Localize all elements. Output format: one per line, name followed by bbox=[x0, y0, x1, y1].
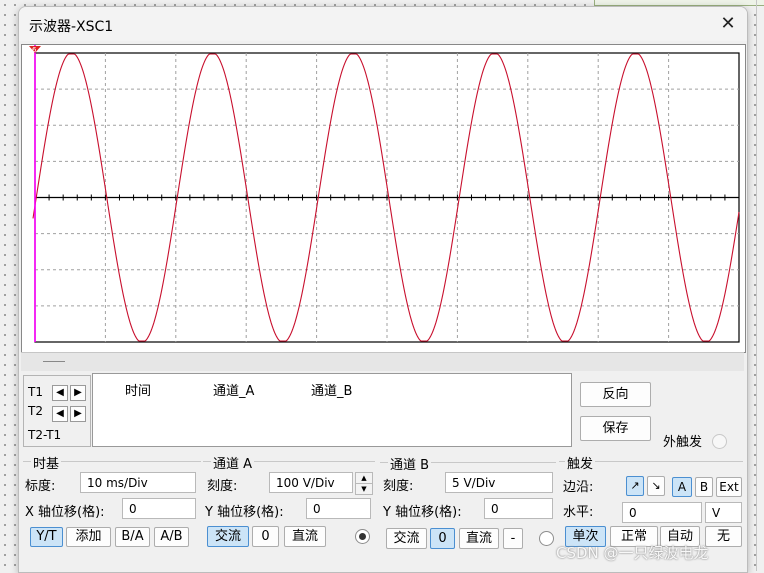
channel-b-scale-label: 刻度: bbox=[383, 479, 414, 494]
save-button[interactable]: 保存 bbox=[580, 416, 651, 441]
timebase-title: 时基 bbox=[31, 453, 62, 472]
trigger-none-button[interactable]: 无 bbox=[705, 526, 742, 547]
background-divider bbox=[756, 0, 757, 571]
oscilloscope-window: 示波器-XSC1 ✕ 6 T1 ◀ ▶ T2 ◀ ▶ T2-T1 时间 通道_A… bbox=[18, 6, 748, 573]
channel-b-ypos-label: Y 轴位移(格): bbox=[383, 505, 462, 520]
t1-right-arrow-icon[interactable]: ▶ bbox=[70, 385, 86, 401]
trigger-source-b-button[interactable]: B bbox=[695, 477, 713, 497]
trigger-level-label: 水平: bbox=[563, 505, 594, 520]
cursor-marker-label: 6 bbox=[32, 46, 37, 54]
channel-a-scale-label: 刻度: bbox=[207, 479, 238, 494]
channel-a-scale-field[interactable]: 100 V/Div bbox=[269, 472, 353, 493]
readout-time-header: 时间 bbox=[125, 384, 152, 399]
falling-edge-icon[interactable]: ↘ bbox=[647, 476, 665, 496]
channel-b-radio[interactable] bbox=[539, 531, 554, 546]
channel-b-dc-button[interactable]: 直流 bbox=[459, 528, 499, 549]
reverse-button[interactable]: 反向 bbox=[580, 382, 651, 407]
channel-b-invert-button[interactable]: - bbox=[503, 528, 523, 549]
channel-a-ac-button[interactable]: 交流 bbox=[207, 526, 249, 547]
ext-trigger-radio[interactable] bbox=[712, 434, 727, 449]
window-title: 示波器-XSC1 bbox=[29, 19, 114, 35]
measurement-readout: 时间 通道_A 通道_B bbox=[92, 373, 572, 447]
channel-b-zero-button[interactable]: 0 bbox=[430, 528, 455, 549]
mode-b-over-a-button[interactable]: B/A bbox=[115, 527, 150, 547]
t2-t1-label: T2-T1 bbox=[28, 428, 62, 442]
splitter-grip[interactable] bbox=[43, 361, 65, 362]
t2-left-arrow-icon[interactable]: ◀ bbox=[52, 406, 68, 422]
cursor-controls: T1 ◀ ▶ T2 ◀ ▶ T2-T1 bbox=[23, 375, 91, 447]
x-position-field[interactable]: 0 bbox=[122, 498, 196, 519]
oscilloscope-screen: 6 bbox=[21, 44, 746, 353]
x-position-label: X 轴位移(格): bbox=[25, 505, 105, 520]
channel-a-scale-down-icon[interactable]: ▼ bbox=[355, 483, 373, 495]
trigger-source-ext-button[interactable]: Ext bbox=[716, 477, 742, 497]
readout-channel-b-header: 通道_B bbox=[311, 384, 353, 399]
trigger-level-unit[interactable]: V bbox=[705, 502, 742, 523]
channel-b-title: 通道 B bbox=[388, 454, 432, 473]
channel-a-radio[interactable] bbox=[355, 529, 370, 544]
channel-a-dc-button[interactable]: 直流 bbox=[284, 526, 326, 547]
timebase-scale-label: 标度: bbox=[25, 479, 56, 494]
channel-b-ypos-field[interactable]: 0 bbox=[484, 498, 553, 519]
timebase-scale-field[interactable]: 10 ms/Div bbox=[80, 472, 196, 493]
channel-a-zero-button[interactable]: 0 bbox=[252, 526, 279, 547]
rising-edge-icon[interactable]: ↗ bbox=[626, 476, 644, 496]
trigger-level-field[interactable]: 0 bbox=[622, 502, 702, 523]
channel-a-ypos-field[interactable]: 0 bbox=[306, 498, 371, 519]
watermark: CSDN @一只绿波电龙 bbox=[556, 544, 709, 562]
panel-splitter[interactable] bbox=[21, 352, 744, 371]
channel-b-ac-button[interactable]: 交流 bbox=[386, 528, 427, 549]
trigger-title: 触发 bbox=[565, 453, 596, 472]
t1-label: T1 bbox=[28, 385, 43, 399]
t2-label: T2 bbox=[28, 404, 43, 418]
mode-add-button[interactable]: 添加 bbox=[66, 527, 111, 547]
close-icon[interactable]: ✕ bbox=[715, 12, 741, 36]
t2-right-arrow-icon[interactable]: ▶ bbox=[70, 406, 86, 422]
trigger-source-a-button[interactable]: A bbox=[672, 477, 692, 497]
readout-channel-a-header: 通道_A bbox=[213, 384, 255, 399]
scope-plot: 6 bbox=[29, 45, 740, 343]
trigger-edge-label: 边沿: bbox=[563, 480, 594, 495]
title-bar[interactable]: 示波器-XSC1 ✕ bbox=[19, 7, 747, 41]
channel-a-title: 通道 A bbox=[211, 453, 255, 472]
mode-a-over-b-button[interactable]: A/B bbox=[154, 527, 189, 547]
mode-yt-button[interactable]: Y/T bbox=[30, 527, 63, 547]
channel-b-scale-field[interactable]: 5 V/Div bbox=[445, 472, 553, 493]
ext-trigger-label: 外触发 bbox=[663, 435, 703, 450]
t1-left-arrow-icon[interactable]: ◀ bbox=[52, 385, 68, 401]
channel-a-ypos-label: Y 轴位移(格): bbox=[205, 505, 284, 520]
